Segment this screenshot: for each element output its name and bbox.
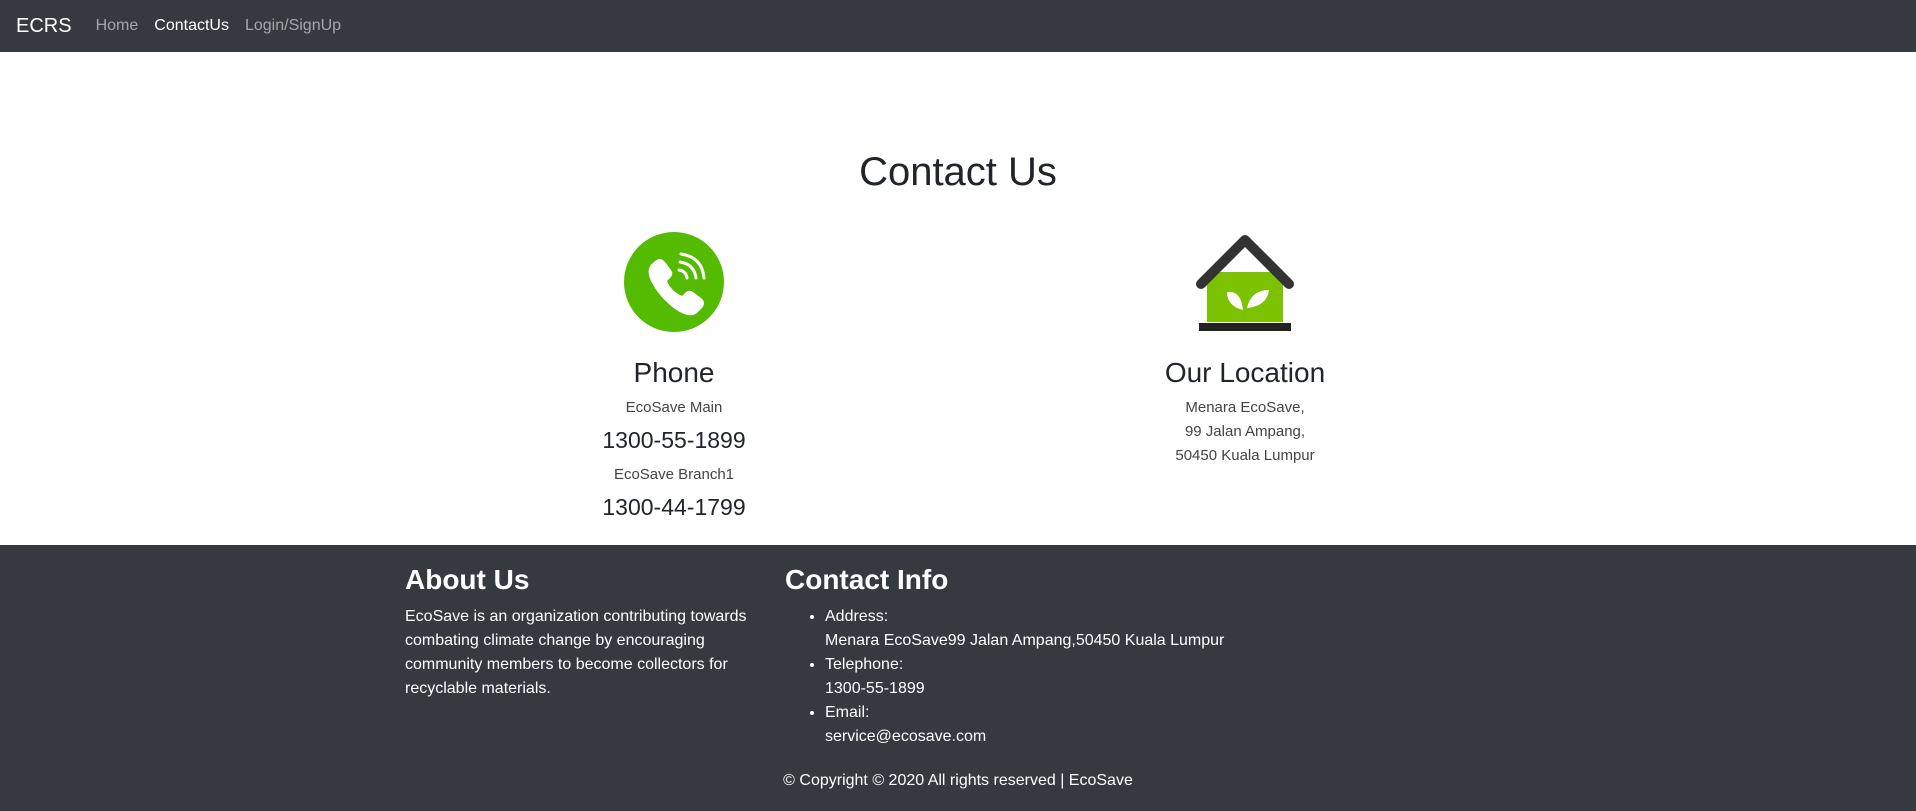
- contact-info-section: Contact Info Address: Menara EcoSave99 J…: [785, 563, 1285, 749]
- phone-entry-number: 1300-55-1899: [602, 426, 746, 453]
- house-leaf-icon: [1195, 232, 1295, 332]
- phone-entry-name: EcoSave Main: [625, 398, 723, 416]
- contact-info-value: Menara EcoSave99 Jalan Ampang,50450 Kual…: [825, 631, 1225, 649]
- about-us-text: EcoSave is an organization contributing …: [405, 607, 747, 697]
- contact-info-address: Address: Menara EcoSave99 Jalan Ampang,5…: [825, 605, 1285, 653]
- contact-info-label: Email:: [825, 703, 870, 721]
- main-content: Contact Us Phone EcoSave Main 1300-55-18…: [0, 52, 1916, 545]
- location-heading: Our Location: [1164, 357, 1326, 388]
- copyright-text: © Copyright © 2020 All rights reserved |…: [783, 772, 1133, 789]
- brand-logo[interactable]: ECRS: [16, 15, 72, 38]
- location-section: Our Location Menara EcoSave, 99 Jalan Am…: [1085, 232, 1405, 468]
- about-us-heading: About Us: [405, 564, 530, 595]
- location-line: 50450 Kuala Lumpur: [1175, 446, 1315, 464]
- nav-contactus-link[interactable]: ContactUs: [154, 17, 229, 35]
- contact-info-value: 1300-55-1899: [825, 679, 925, 697]
- nav-home-link[interactable]: Home: [96, 17, 139, 35]
- contact-info-label: Address:: [825, 607, 889, 625]
- contact-info-telephone: Telephone: 1300-55-1899: [825, 653, 1285, 701]
- about-us-section: About Us EcoSave is an organization cont…: [405, 563, 755, 701]
- footer: About Us EcoSave is an organization cont…: [0, 545, 1916, 811]
- page-title: Contact Us: [859, 150, 1057, 194]
- phone-heading: Phone: [633, 357, 715, 388]
- contact-info-list: Address: Menara EcoSave99 Jalan Ampang,5…: [785, 605, 1285, 749]
- phone-section: Phone EcoSave Main 1300-55-1899 EcoSave …: [514, 232, 834, 531]
- location-line: 99 Jalan Ampang,: [1184, 422, 1306, 440]
- phone-entry-name: EcoSave Branch1: [613, 466, 735, 484]
- navbar: ECRS Home ContactUs Login/SignUp: [0, 0, 1916, 52]
- contact-info-value: service@ecosave.com: [825, 727, 987, 745]
- contact-info-heading: Contact Info: [785, 564, 949, 595]
- location-line: Menara EcoSave,: [1185, 398, 1305, 416]
- contact-info-label: Telephone:: [825, 655, 904, 673]
- nav-login-signup-link[interactable]: Login/SignUp: [245, 17, 341, 35]
- contact-info-email: Email: service@ecosave.com: [825, 701, 1285, 749]
- phone-entry-number: 1300-44-1799: [602, 494, 746, 521]
- phone-icon: [624, 232, 724, 332]
